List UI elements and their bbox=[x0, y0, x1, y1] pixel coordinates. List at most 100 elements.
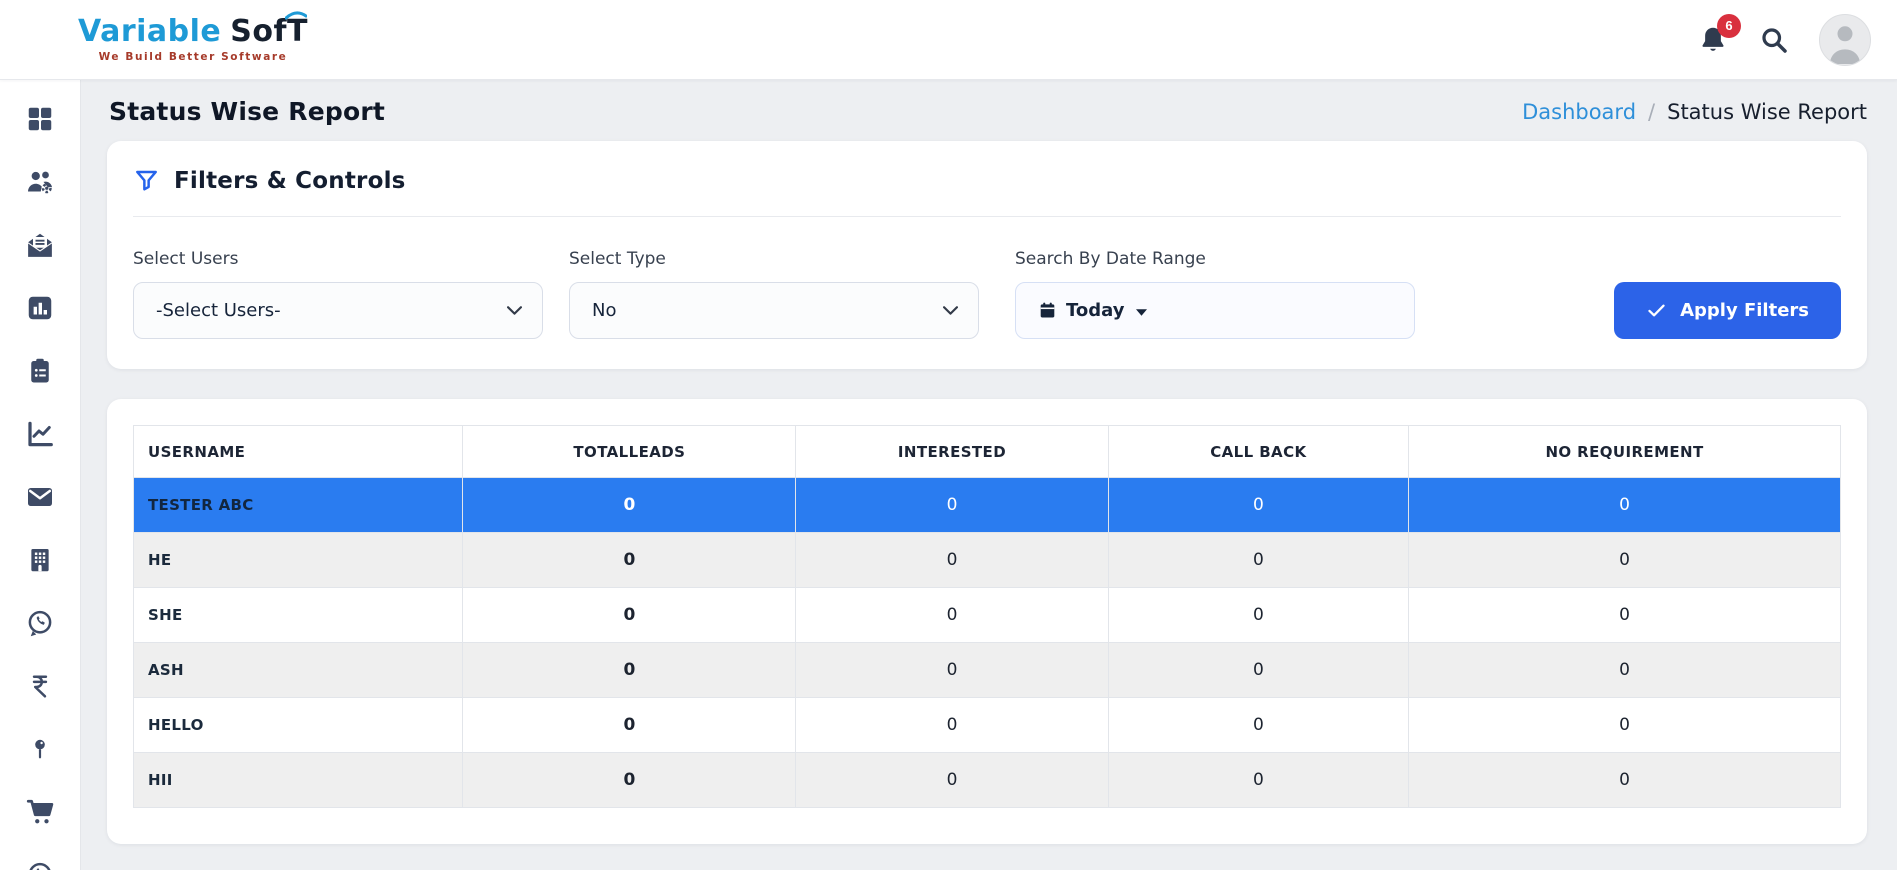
cell-norequirement: 0 bbox=[1409, 643, 1841, 698]
sidebar-item-inbox[interactable] bbox=[25, 230, 55, 260]
select-type-dropdown[interactable]: No bbox=[569, 282, 979, 339]
select-type-label: Select Type bbox=[569, 249, 979, 269]
date-range-label: Search By Date Range bbox=[1015, 249, 1415, 269]
chevron-down-icon bbox=[507, 306, 522, 316]
page-title: Status Wise Report bbox=[109, 97, 385, 126]
logo[interactable]: Variable SofT We Build Better Software bbox=[78, 17, 308, 63]
grid-icon bbox=[25, 104, 55, 134]
cell-callback: 0 bbox=[1108, 753, 1408, 808]
date-range-value: Today bbox=[1066, 300, 1124, 321]
notification-badge: 6 bbox=[1717, 14, 1741, 38]
cell-callback: 0 bbox=[1108, 533, 1408, 588]
filters-title: Filters & Controls bbox=[174, 168, 406, 194]
users-settings-icon bbox=[24, 167, 56, 197]
cell-username: ASH bbox=[134, 643, 463, 698]
column-header-interested: INTERESTED bbox=[796, 426, 1108, 478]
logo-umbrella-icon bbox=[285, 10, 307, 20]
cell-callback: 0 bbox=[1108, 588, 1408, 643]
logo-text-sof: Sof bbox=[230, 14, 287, 49]
search-button[interactable] bbox=[1759, 25, 1789, 55]
table-row[interactable]: HE 0 0 0 0 bbox=[134, 533, 1841, 588]
sidebar-item-user-management[interactable] bbox=[24, 167, 56, 197]
envelope-icon bbox=[25, 482, 55, 512]
select-users-value: -Select Users- bbox=[156, 300, 281, 321]
report-table-card: USERNAME TOTALLEADS INTERESTED CALL BACK… bbox=[107, 399, 1867, 844]
table-row[interactable]: HELLO 0 0 0 0 bbox=[134, 698, 1841, 753]
cell-interested: 0 bbox=[796, 698, 1108, 753]
cell-norequirement: 0 bbox=[1409, 753, 1841, 808]
chevron-down-icon bbox=[943, 306, 958, 316]
cell-interested: 0 bbox=[796, 753, 1108, 808]
map-pin-icon bbox=[28, 734, 52, 764]
table-row[interactable]: TESTER ABC 0 0 0 0 bbox=[134, 478, 1841, 533]
apply-filters-button[interactable]: Apply Filters bbox=[1614, 282, 1841, 339]
rupee-icon bbox=[27, 671, 53, 701]
sidebar-item-analytics[interactable] bbox=[25, 419, 55, 449]
logo-tagline: We Build Better Software bbox=[99, 51, 288, 63]
whatsapp-icon bbox=[25, 860, 55, 870]
notifications-button[interactable]: 6 bbox=[1697, 24, 1729, 56]
cell-username: TESTER ABC bbox=[134, 478, 463, 533]
cell-interested: 0 bbox=[796, 643, 1108, 698]
cell-totalleads: 0 bbox=[463, 753, 796, 808]
sidebar-item-orders[interactable] bbox=[24, 797, 56, 827]
logo-text-t: T bbox=[287, 17, 308, 47]
table-row[interactable]: ASH 0 0 0 0 bbox=[134, 643, 1841, 698]
column-header-totalleads: TOTALLEADS bbox=[463, 426, 796, 478]
cell-username: HELLO bbox=[134, 698, 463, 753]
status-report-table: USERNAME TOTALLEADS INTERESTED CALL BACK… bbox=[133, 425, 1841, 808]
bar-chart-icon bbox=[25, 293, 55, 323]
check-icon bbox=[1646, 300, 1667, 321]
sidebar-item-company[interactable] bbox=[26, 545, 54, 575]
date-range-picker[interactable]: Today bbox=[1015, 282, 1415, 339]
clipboard-list-icon bbox=[25, 356, 55, 386]
select-users-label: Select Users bbox=[133, 249, 543, 269]
search-icon bbox=[1759, 25, 1789, 55]
shopping-cart-icon bbox=[24, 797, 56, 827]
avatar[interactable] bbox=[1819, 14, 1871, 66]
sidebar-item-payments[interactable] bbox=[27, 671, 53, 701]
line-chart-icon bbox=[25, 419, 55, 449]
logo-text-variable: Variable bbox=[78, 14, 221, 49]
main-content: Status Wise Report Dashboard / Status Wi… bbox=[81, 80, 1897, 870]
sidebar-item-tasks[interactable] bbox=[25, 356, 55, 386]
cell-totalleads: 0 bbox=[463, 643, 796, 698]
cell-norequirement: 0 bbox=[1409, 588, 1841, 643]
sidebar-item-email[interactable] bbox=[25, 482, 55, 512]
cell-callback: 0 bbox=[1108, 643, 1408, 698]
breadcrumb-separator: / bbox=[1648, 100, 1655, 124]
top-header: Variable SofT We Build Better Software 6 bbox=[0, 0, 1897, 80]
cell-username: HII bbox=[134, 753, 463, 808]
calendar-icon bbox=[1038, 301, 1057, 320]
sidebar-item-reports[interactable] bbox=[25, 293, 55, 323]
envelope-open-text-icon bbox=[25, 230, 55, 260]
sidebar-item-whatsapp[interactable] bbox=[25, 608, 55, 638]
cell-interested: 0 bbox=[796, 478, 1108, 533]
sidebar-item-location[interactable] bbox=[28, 734, 52, 764]
whatsapp-icon bbox=[25, 608, 55, 638]
building-icon bbox=[26, 545, 54, 575]
column-header-norequirement: NO REQUIREMENT bbox=[1409, 426, 1841, 478]
cell-norequirement: 0 bbox=[1409, 698, 1841, 753]
sidebar bbox=[0, 80, 81, 870]
breadcrumb-current: Status Wise Report bbox=[1667, 100, 1867, 124]
cell-interested: 0 bbox=[796, 588, 1108, 643]
breadcrumb-dashboard-link[interactable]: Dashboard bbox=[1522, 100, 1636, 124]
cell-username: SHE bbox=[134, 588, 463, 643]
cell-norequirement: 0 bbox=[1409, 478, 1841, 533]
sidebar-item-dashboard[interactable] bbox=[25, 104, 55, 134]
table-row[interactable]: HII 0 0 0 0 bbox=[134, 753, 1841, 808]
cell-callback: 0 bbox=[1108, 478, 1408, 533]
cell-username: HE bbox=[134, 533, 463, 588]
table-row[interactable]: SHE 0 0 0 0 bbox=[134, 588, 1841, 643]
cell-callback: 0 bbox=[1108, 698, 1408, 753]
caret-down-icon bbox=[1136, 309, 1147, 316]
select-users-dropdown[interactable]: -Select Users- bbox=[133, 282, 543, 339]
cell-interested: 0 bbox=[796, 533, 1108, 588]
cell-totalleads: 0 bbox=[463, 588, 796, 643]
cell-norequirement: 0 bbox=[1409, 533, 1841, 588]
sidebar-item-whatsapp-2[interactable] bbox=[25, 860, 55, 870]
table-header-row: USERNAME TOTALLEADS INTERESTED CALL BACK… bbox=[134, 426, 1841, 478]
select-type-value: No bbox=[592, 300, 616, 321]
user-silhouette-icon bbox=[1820, 14, 1870, 65]
